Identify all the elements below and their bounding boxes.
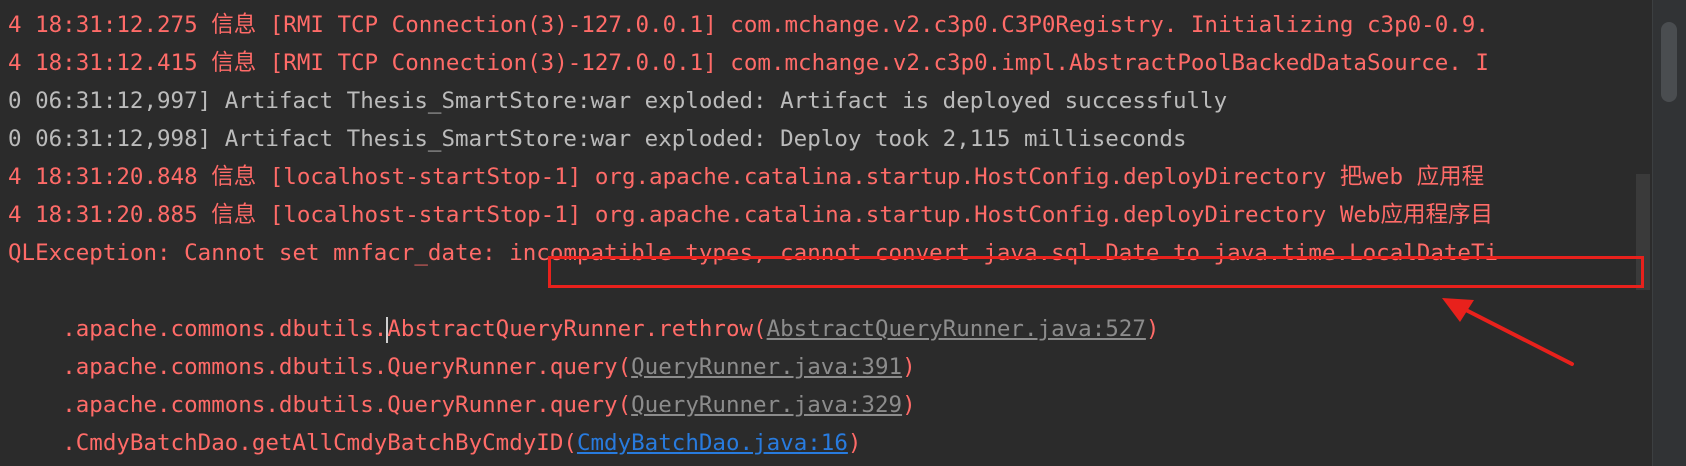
log-line: 4 18:31:20.885 信息 [localhost-startStop-1…	[8, 202, 1494, 228]
stacktrace-line: .apache.commons.dbutils.AbstractQueryRun…	[8, 272, 1159, 343]
log-line: 4 18:31:12.275 信息 [RMI TCP Connection(3)…	[8, 12, 1489, 38]
scrollbar-thumb[interactable]	[1661, 22, 1677, 102]
stacktrace-suffix: )	[1145, 316, 1160, 342]
stacktrace-line: .CmdyBatchDao.getAllCmdyBatchByCmdyID(Cm…	[8, 386, 861, 456]
stacktrace-line: .apache.commons.dbutils.QueryRunner.quer…	[8, 310, 915, 380]
stacktrace-suffix: )	[847, 430, 862, 456]
stacktrace-method: .CmdyBatchDao.getAllCmdyBatchByCmdyID(	[62, 430, 577, 456]
stacktrace-suffix: )	[902, 392, 916, 418]
console-output[interactable]: 4 18:31:12.275 信息 [RMI TCP Connection(3)…	[0, 0, 1652, 466]
log-line: 4 18:31:12.415 信息 [RMI TCP Connection(3)…	[8, 50, 1489, 76]
annotation-arrow-icon	[1442, 298, 1574, 366]
stacktrace-line: .apache.commons.dbutils.QueryRunner.quer…	[8, 348, 915, 418]
source-link[interactable]: CmdyBatchDao.java:16	[577, 430, 848, 456]
gutter-marker	[1636, 174, 1650, 290]
log-line: 0 06:31:12,998] Artifact Thesis_SmartSto…	[8, 126, 1187, 152]
vertical-scrollbar[interactable]	[1652, 0, 1686, 466]
exception-line: QLException: Cannot set mnfacr_date: inc…	[8, 240, 1499, 266]
log-line: 0 06:31:12,997] Artifact Thesis_SmartSto…	[8, 88, 1228, 114]
log-line: 4 18:31:20.848 信息 [localhost-startStop-1…	[8, 164, 1485, 190]
